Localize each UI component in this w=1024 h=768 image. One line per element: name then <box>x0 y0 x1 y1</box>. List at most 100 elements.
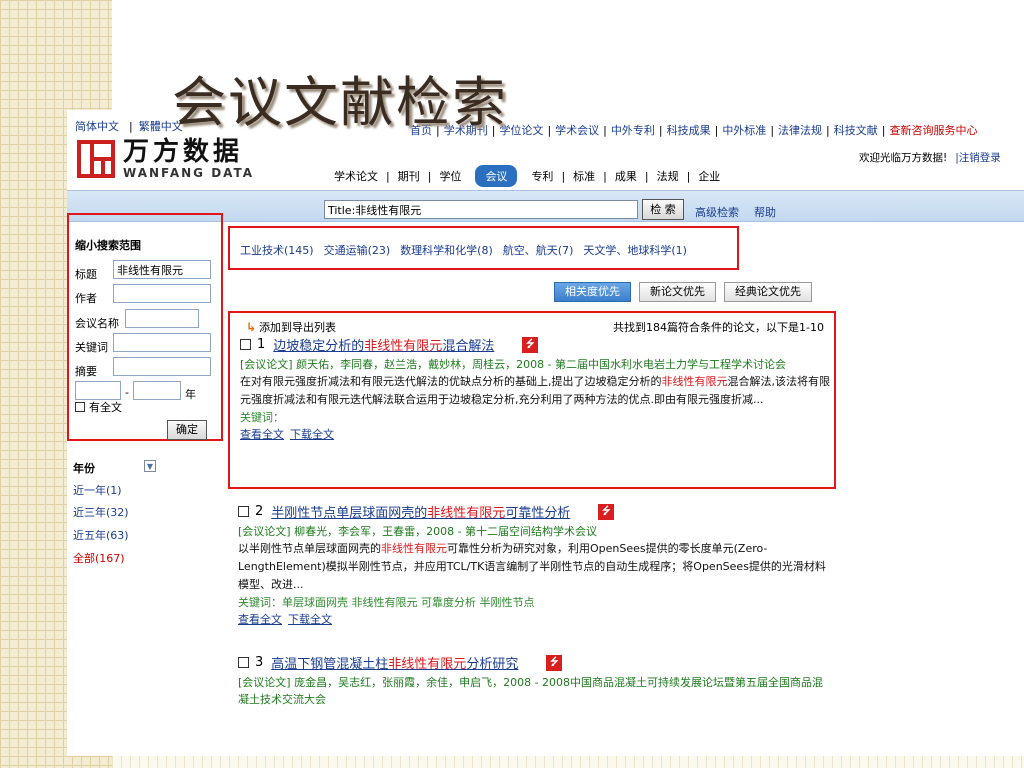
nav-patents[interactable]: 中外专利 <box>611 124 655 137</box>
help-link[interactable]: 帮助 <box>754 204 776 220</box>
category-math-chem[interactable]: 数理科学和化学(8) <box>400 244 493 257</box>
fulltext-checkbox[interactable]: 有全文 <box>75 399 122 415</box>
logout-link[interactable]: |注销登录 <box>955 152 1001 164</box>
tab-enterprises[interactable]: 企业 <box>696 168 722 184</box>
checkbox-icon[interactable] <box>238 657 249 668</box>
tab-laws[interactable]: 法规 <box>655 168 681 184</box>
result-item: 3 高温下钢管混凝土柱非线性有限元分析研究 ⭍ [会议论文] 庞金昌，吴志红，张… <box>238 653 834 708</box>
welcome-bar: 欢迎光临万方数据! |注销登录 <box>859 150 1001 165</box>
result-number: 1 <box>257 337 266 352</box>
view-fulltext-link[interactable]: 查看全文 <box>240 428 284 441</box>
nav-achievements[interactable]: 科技成果 <box>667 124 711 137</box>
year-to-field[interactable] <box>133 381 181 400</box>
category-transport[interactable]: 交通运输(23) <box>324 244 391 257</box>
pdf-icon[interactable]: ⭍ <box>598 503 615 520</box>
download-fulltext-link[interactable]: 下载全文 <box>290 428 334 441</box>
export-arrow-icon: ↳ <box>246 320 257 334</box>
result-number: 2 <box>255 504 264 519</box>
result-title-link[interactable]: 半刚性节点单层球面网壳的非线性有限元可靠性分析 <box>271 502 570 521</box>
nav-conferences[interactable]: 学术会议 <box>555 124 599 137</box>
keyword-field[interactable] <box>113 333 211 352</box>
year-range-separator: - <box>125 386 129 399</box>
tab-papers[interactable]: 学术论文 <box>332 168 380 184</box>
checkbox-icon[interactable] <box>240 339 251 350</box>
logo-en-text: WANFANG DATA <box>123 166 255 180</box>
fulltext-label: 有全文 <box>89 401 122 414</box>
field-label-abstract: 摘要 <box>75 365 97 378</box>
year-filter-all[interactable]: 全部(167) <box>73 550 125 566</box>
title-field[interactable] <box>113 260 211 279</box>
search-input[interactable] <box>324 200 638 219</box>
refine-title: 缩小搜索范围 <box>75 239 141 252</box>
tab-conference[interactable]: 会议 <box>475 165 518 187</box>
tab-standards[interactable]: 标准 <box>571 168 597 184</box>
result-count: 共找到184篇符合条件的论文，以下是1-10 <box>613 321 824 334</box>
lang-simplified[interactable]: 简体中文 <box>75 120 119 133</box>
slide-title: 会议文献检索 <box>172 71 508 134</box>
checker-bottom-decoration <box>112 756 1024 768</box>
result-meta: [会议论文] 柳春光，李会军，王春雷，2008 - 第十二届空间结构学术会议 <box>238 525 598 538</box>
field-label-keyword: 关键词 <box>75 341 108 354</box>
sort-bar: 相关度优先 新论文优先 经典论文优先 <box>554 282 812 302</box>
resource-tabs: 学术论文 | 期刊 | 学位 会议 专利 | 标准 | 成果 | 法规 | 企业 <box>332 165 722 187</box>
abstract-field[interactable] <box>113 357 211 376</box>
export-list-link[interactable]: ↳ 添加到导出列表 <box>246 319 336 335</box>
sort-newest-button[interactable]: 新论文优先 <box>639 282 716 302</box>
category-industry[interactable]: 工业技术(145) <box>240 244 314 257</box>
checkbox-icon[interactable] <box>238 506 249 517</box>
checkbox-icon[interactable] <box>75 402 85 412</box>
sort-classic-button[interactable]: 经典论文优先 <box>724 282 812 302</box>
advanced-search-link[interactable]: 高级检索 <box>695 204 739 220</box>
nav-sci-docs[interactable]: 科技文献 <box>834 124 878 137</box>
result-meta: [会议论文] 庞金昌，吴志红，张丽霞，余佳，申启飞，2008 - 2008中国商… <box>238 676 824 706</box>
pdf-icon[interactable]: ⭍ <box>522 336 539 353</box>
tab-patents[interactable]: 专利 <box>529 168 555 184</box>
logo-cn-text: 万方数据 <box>123 137 244 167</box>
field-label-conference: 会议名称 <box>75 317 119 330</box>
result-abstract: 在对有限元强度折减法和有限元迭代解法的优缺点分析的基础上,提出了边坡稳定分析的非… <box>240 375 830 406</box>
view-fulltext-link[interactable]: 查看全文 <box>238 613 282 626</box>
logo-mark-icon <box>77 140 115 178</box>
highlighted-results-box: ↳ 添加到导出列表 共找到184篇符合条件的论文，以下是1-10 1 边坡稳定分… <box>228 311 836 489</box>
pdf-icon[interactable]: ⭍ <box>546 654 563 671</box>
nav-novelty-search[interactable]: 查新咨询服务中心 <box>889 124 977 137</box>
year-filter-5[interactable]: 近五年(63) <box>73 527 129 543</box>
export-label: 添加到导出列表 <box>259 321 337 334</box>
refine-panel: 缩小搜索范围 标题 作者 会议名称 关键词 摘要 - 年 有全文 确定 <box>67 213 223 441</box>
result-title-link[interactable]: 高温下钢管混凝土柱非线性有限元分析研究 <box>271 653 518 672</box>
year-filter-3[interactable]: 近三年(32) <box>73 504 129 520</box>
nav-laws[interactable]: 法律法规 <box>778 124 822 137</box>
field-label-author: 作者 <box>75 292 97 305</box>
tab-achievements[interactable]: 成果 <box>613 168 639 184</box>
result-keywords: 关键词：单层球面网壳 非线性有限元 可靠度分析 半刚性节点 <box>238 596 535 609</box>
confirm-button[interactable]: 确定 <box>167 420 207 440</box>
browser-page: 简体中文 | 繁體中文 万方数据 WANFANG DATA 首页 | 学术期刊 | 学位论文… <box>67 110 1024 756</box>
conference-name-field[interactable] <box>125 309 199 328</box>
result-item: 2 半刚性节点单层球面网壳的非线性有限元可靠性分析 ⭍ [会议论文] 柳春光，李… <box>238 502 834 628</box>
wanfang-logo[interactable]: 万方数据 WANFANG DATA <box>77 138 254 180</box>
sort-relevance-button[interactable]: 相关度优先 <box>554 282 631 302</box>
category-astronomy[interactable]: 天文学、地球科学(1) <box>583 244 687 257</box>
result-title-link[interactable]: 边坡稳定分析的非线性有限元混合解法 <box>273 335 494 354</box>
collapse-toggle-icon[interactable]: ▼ <box>144 460 156 472</box>
author-field[interactable] <box>113 284 211 303</box>
result-number: 3 <box>255 655 264 670</box>
language-switch: 简体中文 | 繁體中文 <box>75 120 183 133</box>
field-label-title: 标题 <box>75 268 97 281</box>
year-from-field[interactable] <box>75 381 121 400</box>
year-filter-1[interactable]: 近一年(1) <box>73 482 122 498</box>
tab-degrees[interactable]: 学位 <box>437 168 463 184</box>
nav-standards[interactable]: 中外标准 <box>722 124 766 137</box>
welcome-text: 欢迎光临万方数据! <box>859 152 948 164</box>
result-meta: [会议论文] 颜天佑，李同春，赵兰浩，戴妙林，周桂云，2008 - 第二届中国水… <box>240 358 787 371</box>
year-unit: 年 <box>185 388 196 401</box>
category-filter-bar: 工业技术(145) 交通运输(23) 数理科学和化学(8) 航空、航天(7) 天文学、地… <box>228 226 739 270</box>
download-fulltext-link[interactable]: 下载全文 <box>288 613 332 626</box>
result-item: 1 边坡稳定分析的非线性有限元混合解法 ⭍ [会议论文] 颜天佑，李同春，赵兰浩… <box>240 335 836 443</box>
year-filter-title: 年份 <box>73 462 95 475</box>
tab-journals[interactable]: 期刊 <box>396 168 422 184</box>
result-keywords: 关键词： <box>240 411 284 424</box>
result-abstract: 以半刚性节点单层球面网壳的非线性有限元可靠性分析为研究对象，利用OpenSees… <box>238 542 826 591</box>
search-button[interactable]: 检 索 <box>642 199 684 220</box>
category-aerospace[interactable]: 航空、航天(7) <box>503 244 574 257</box>
